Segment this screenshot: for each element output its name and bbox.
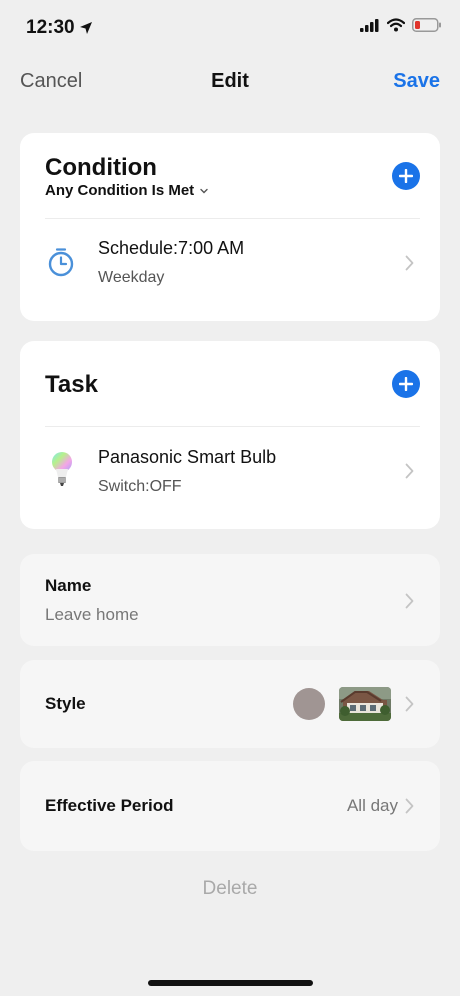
house-thumbnail-image xyxy=(339,687,391,721)
page-title: Edit xyxy=(211,70,249,92)
device-title: Panasonic Smart Bulb xyxy=(98,447,277,467)
condition-card: Condition Any Condition Is Met Schedule:… xyxy=(20,133,440,321)
plus-icon xyxy=(399,169,413,183)
schedule-title: Schedule:7:00 AM xyxy=(98,238,245,258)
condition-schedule-row[interactable]: Schedule:7:00 AM Weekday xyxy=(20,219,440,321)
chevron-down-icon xyxy=(200,188,208,193)
cellular-signal-icon xyxy=(360,18,379,32)
style-row[interactable]: Style xyxy=(20,660,440,748)
name-row[interactable]: Name Leave home xyxy=(20,554,440,646)
effective-period-value: All day xyxy=(346,796,398,815)
chevron-right-icon xyxy=(405,696,414,712)
status-indicators xyxy=(360,18,442,32)
timer-icon xyxy=(48,248,74,277)
task-title: Task xyxy=(45,371,98,398)
add-task-button[interactable] xyxy=(392,370,420,398)
task-card: Task Panasonic Smart Bulb Switch:OFF xyxy=(20,341,440,529)
chevron-right-icon xyxy=(405,593,414,609)
condition-mode-dropdown[interactable]: Any Condition Is Met xyxy=(45,182,208,199)
location-arrow-icon xyxy=(79,22,92,34)
style-label: Style xyxy=(45,694,86,713)
name-label: Name xyxy=(45,576,92,595)
effective-period-label: Effective Period xyxy=(45,796,174,815)
device-status: Switch:OFF xyxy=(98,478,182,495)
schedule-subtitle: Weekday xyxy=(98,269,165,286)
chevron-right-icon xyxy=(405,255,414,271)
wifi-icon xyxy=(387,18,405,32)
plus-icon xyxy=(399,377,413,391)
home-indicator[interactable] xyxy=(148,980,313,986)
effective-period-row[interactable]: Effective Period All day xyxy=(20,761,440,851)
save-button[interactable]: Save xyxy=(393,70,440,93)
condition-mode-label: Any Condition Is Met xyxy=(45,182,195,199)
style-color-swatch xyxy=(293,688,325,720)
condition-title: Condition xyxy=(45,154,157,181)
smart-bulb-icon xyxy=(52,452,72,486)
chevron-right-icon xyxy=(405,463,414,479)
task-device-row[interactable]: Panasonic Smart Bulb Switch:OFF xyxy=(20,427,440,529)
status-time: 12:30 xyxy=(26,17,93,39)
battery-low-icon xyxy=(412,18,441,32)
add-condition-button[interactable] xyxy=(392,162,420,190)
delete-button[interactable]: Delete xyxy=(0,878,460,900)
chevron-right-icon xyxy=(405,798,414,814)
status-time-text: 12:30 xyxy=(26,17,75,38)
name-value: Leave home xyxy=(45,605,139,624)
